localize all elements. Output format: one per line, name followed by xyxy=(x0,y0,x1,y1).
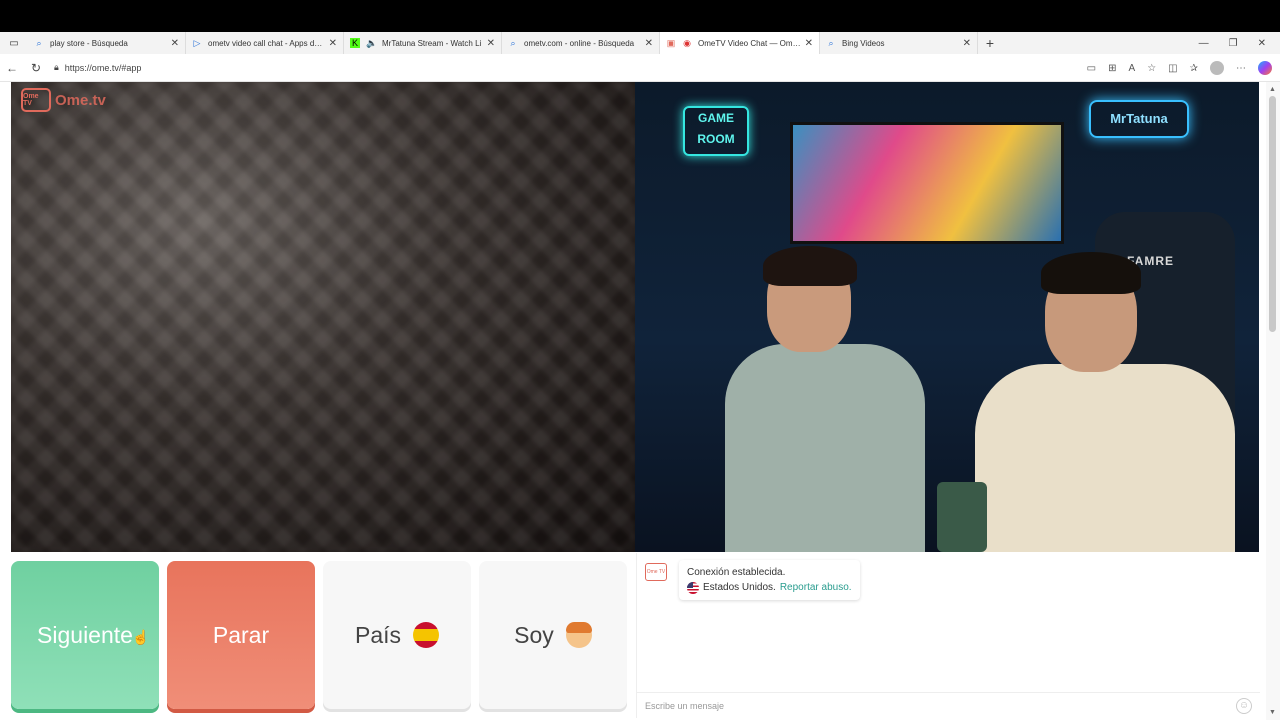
tab-ometv-app[interactable]: ▷ ometv video call chat - Apps de A ✕ xyxy=(186,32,344,54)
read-aloud-icon[interactable]: A xyxy=(1129,63,1136,74)
close-tab-icon[interactable]: ✕ xyxy=(171,38,179,49)
tab-title: MrTatuna Stream - Watch Li xyxy=(382,38,482,48)
emoji-icon[interactable]: ☺ xyxy=(1236,698,1252,714)
ometv-logo: Ome TV Ome.tv xyxy=(21,88,106,112)
tab-strip: ▭ ⌕ play store - Búsqueda ✕ ▷ ometv vide… xyxy=(0,32,1280,54)
report-abuse-link[interactable]: Reportar abuso. xyxy=(780,580,852,595)
message-placeholder: Escribe un mensaje xyxy=(645,700,725,711)
ometv-logo-text: Ome.tv xyxy=(55,91,106,109)
system-message: Conexión establecida. Estados Unidos. Re… xyxy=(679,560,860,600)
ometv-logo-icon: Ome TV xyxy=(21,88,51,112)
cup xyxy=(937,482,987,552)
spain-flag-icon xyxy=(413,622,440,648)
tv-screen xyxy=(790,122,1064,244)
close-tab-icon[interactable]: ✕ xyxy=(645,38,653,49)
tab-ometv-chat[interactable]: ▣ ◉ OmeTV Video Chat — Omeg ✕ xyxy=(660,32,820,54)
search-icon: ⌕ xyxy=(828,38,834,48)
connection-status: Conexión establecida. xyxy=(687,567,786,578)
close-tab-icon[interactable]: ✕ xyxy=(329,38,337,49)
person-right-shirt xyxy=(975,364,1235,552)
profile-avatar[interactable] xyxy=(1210,61,1224,75)
usa-flag-icon xyxy=(687,581,699,594)
stop-button[interactable]: Parar xyxy=(167,561,315,709)
gender-button-label: Soy xyxy=(514,621,554,648)
close-tab-icon[interactable]: ✕ xyxy=(963,38,971,49)
toolbar-icons: ▭ ⊞ A ☆ ◫ ✰ ⋯ xyxy=(1087,54,1272,82)
tab-title: ometv.com - online - Búsqueda xyxy=(524,38,635,48)
ometv-icon: ▣ xyxy=(666,38,676,48)
tab-play-store-search[interactable]: ⌕ play store - Búsqueda ✕ xyxy=(28,32,186,54)
gender-button[interactable]: Soy xyxy=(479,561,627,709)
address-bar: ← ↻ 🔒︎ https://ome.tv/#app ▭ ⊞ A ☆ ◫ ✰ ⋯ xyxy=(0,54,1280,82)
search-icon: ⌕ xyxy=(510,38,516,48)
url-field[interactable]: 🔒︎ https://ome.tv/#app xyxy=(54,62,141,73)
back-icon[interactable]: ← xyxy=(0,61,24,75)
app-available-icon[interactable]: ⊞ xyxy=(1108,63,1116,74)
search-icon: ⌕ xyxy=(36,38,42,48)
close-window-icon[interactable]: ✕ xyxy=(1258,38,1266,49)
neon-sign-mrtatuna: MrTatuna xyxy=(1089,100,1189,138)
scroll-down-icon[interactable]: ▼ xyxy=(1269,709,1276,716)
person-right xyxy=(975,252,1235,552)
ometv-chat-icon: Ome TV xyxy=(645,563,667,581)
local-video: Ome TV Ome.tv xyxy=(11,82,635,552)
top-black-bar xyxy=(0,0,1280,32)
url-text: https://ome.tv/#app xyxy=(64,62,142,73)
stop-button-label: Parar xyxy=(212,621,270,648)
minimize-icon[interactable]: — xyxy=(1199,38,1209,49)
remote-video: GAME ROOM MrTatuna FAMRE xyxy=(635,82,1259,552)
ometv-page: Ome TV Ome.tv GAME ROOM MrTatuna FAMRE S… xyxy=(0,82,1280,720)
recording-icon: ◉ xyxy=(683,38,691,48)
workspaces-icon[interactable]: ▭ xyxy=(0,38,28,49)
partner-country: Estados Unidos. xyxy=(703,582,776,593)
person-left xyxy=(715,246,935,552)
favorites-icon[interactable]: ✰ xyxy=(1190,63,1198,74)
scroll-up-icon[interactable]: ▲ xyxy=(1269,86,1276,93)
tab-ometv-search[interactable]: ⌕ ometv.com - online - Búsqueda ✕ xyxy=(502,32,660,54)
country-button-label: País xyxy=(354,621,402,648)
tab-bing-videos[interactable]: ⌕ Bing Videos ✕ xyxy=(820,32,978,54)
close-tab-icon[interactable]: ✕ xyxy=(487,38,495,49)
partner-country-row: Estados Unidos. Reportar abuso. xyxy=(687,580,852,595)
window-controls: — ❐ ✕ xyxy=(1199,32,1280,54)
person-left-hair xyxy=(763,246,857,286)
lock-icon[interactable]: 🔒︎ xyxy=(54,62,59,73)
neon-sign-game-room: GAME ROOM xyxy=(683,106,749,156)
hand-cursor-icon: ☝ xyxy=(132,629,150,645)
maximize-icon[interactable]: ❐ xyxy=(1229,38,1238,49)
tab-title: ometv video call chat - Apps de A xyxy=(208,38,325,48)
favorite-star-icon[interactable]: ☆ xyxy=(1147,63,1156,74)
message-input[interactable]: Escribe un mensaje ☺ xyxy=(637,692,1260,718)
close-tab-icon[interactable]: ✕ xyxy=(805,38,813,49)
page-scrollbar[interactable]: ▲ ▼ xyxy=(1266,82,1280,720)
tab-title: Bing Videos xyxy=(842,38,885,48)
tab-title: play store - Búsqueda xyxy=(50,38,128,48)
next-button-label: Siguiente xyxy=(37,621,133,648)
more-menu-icon[interactable]: ⋯ xyxy=(1236,63,1246,74)
blurred-fabric xyxy=(11,82,635,552)
copilot-icon[interactable] xyxy=(1258,61,1272,75)
play-store-icon: ▷ xyxy=(193,38,201,48)
scroll-thumb[interactable] xyxy=(1269,96,1276,332)
camera-icon[interactable]: ▭ xyxy=(1087,63,1096,74)
new-tab-button[interactable]: + xyxy=(978,35,1002,51)
split-screen-icon[interactable]: ◫ xyxy=(1168,63,1177,74)
tab-title: OmeTV Video Chat — Omeg xyxy=(698,38,801,48)
kick-icon: K xyxy=(350,38,360,48)
person-right-hair xyxy=(1041,252,1141,294)
person-left-shirt xyxy=(725,344,925,552)
country-button[interactable]: País xyxy=(323,561,471,709)
tab-mrtatuna-stream[interactable]: K 🔈 MrTatuna Stream - Watch Li ✕ xyxy=(344,32,502,54)
chat-panel: Ome TV Conexión establecida. Estados Uni… xyxy=(636,553,1260,718)
boy-avatar-icon xyxy=(565,622,592,648)
speaker-icon[interactable]: 🔈 xyxy=(366,38,377,48)
refresh-icon[interactable]: ↻ xyxy=(24,61,48,75)
